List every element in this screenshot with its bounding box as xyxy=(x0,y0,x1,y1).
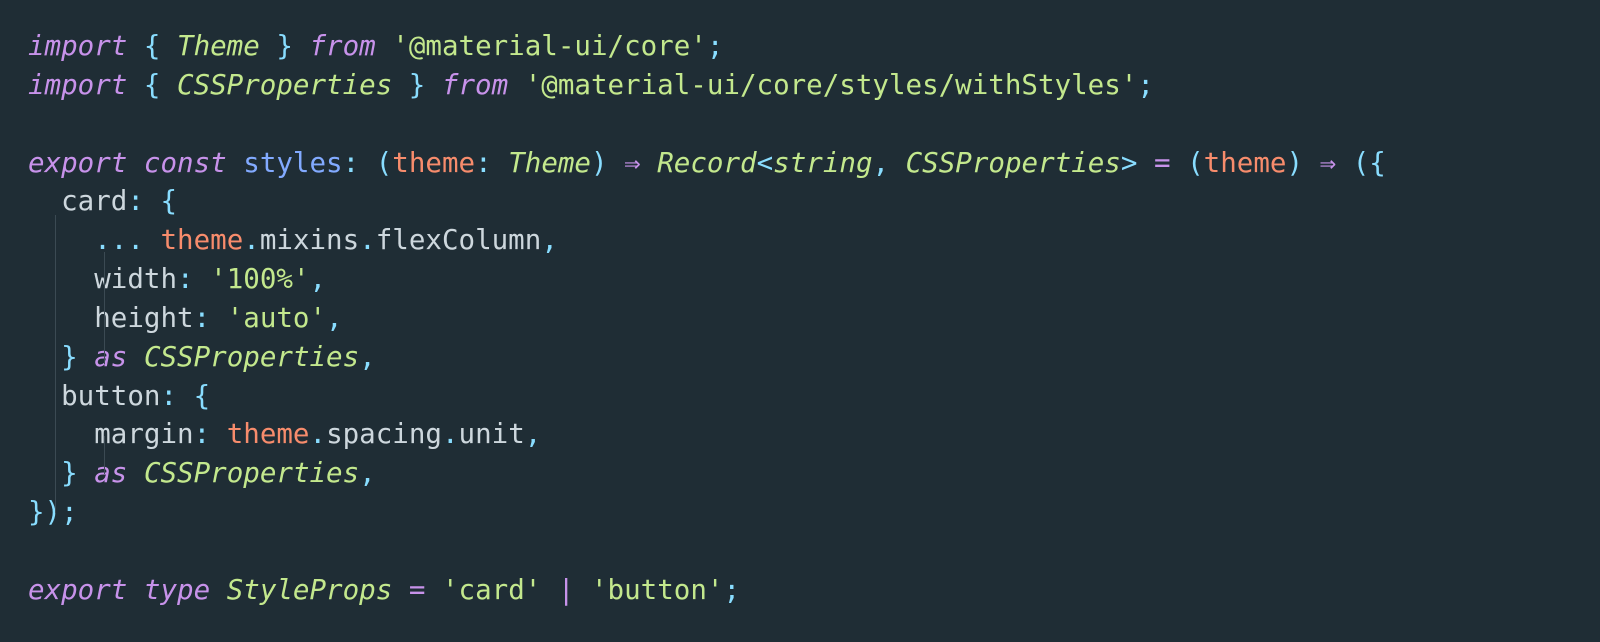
code-block: import { Theme } from '@material-ui/core… xyxy=(0,0,1600,639)
code-content: import { Theme } from '@material-ui/core… xyxy=(28,30,1386,606)
